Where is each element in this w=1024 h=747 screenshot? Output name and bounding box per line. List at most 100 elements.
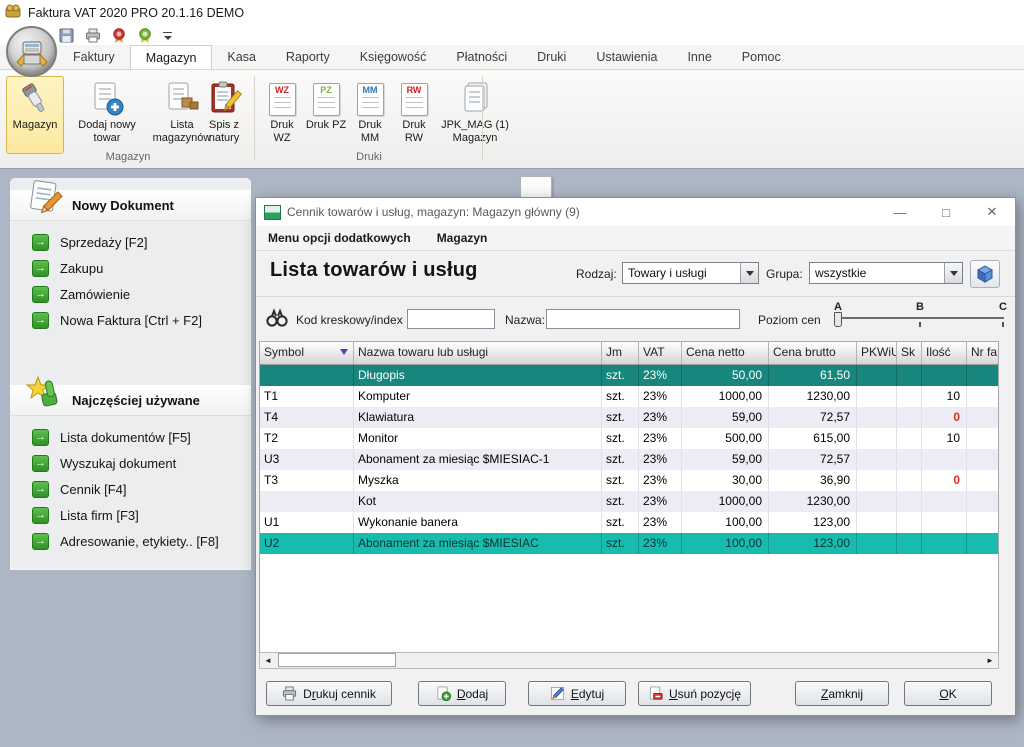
table-cell[interactable] bbox=[967, 449, 998, 470]
table-cell[interactable]: 23% bbox=[639, 533, 682, 554]
table-cell[interactable] bbox=[897, 470, 922, 491]
table-cell[interactable] bbox=[897, 365, 922, 386]
price-level-slider[interactable]: A B C bbox=[834, 301, 1006, 339]
table-cell[interactable] bbox=[857, 407, 897, 428]
table-cell[interactable]: 23% bbox=[639, 365, 682, 386]
table-cell[interactable] bbox=[922, 449, 967, 470]
horizontal-scrollbar[interactable]: ◄ ► bbox=[259, 652, 999, 669]
table-cell[interactable] bbox=[897, 428, 922, 449]
table-cell[interactable]: 1000,00 bbox=[682, 491, 769, 512]
maximize-icon[interactable]: □ bbox=[923, 198, 969, 226]
table-cell[interactable] bbox=[897, 491, 922, 512]
table-cell[interactable] bbox=[897, 386, 922, 407]
table-cell[interactable]: U2 bbox=[260, 533, 354, 554]
table-cell[interactable]: 10 bbox=[922, 386, 967, 407]
table-row[interactable]: Kotszt.23%1000,001230,00 bbox=[260, 491, 998, 512]
tab-magazyn[interactable]: Magazyn bbox=[130, 45, 213, 69]
table-cell[interactable]: Komputer bbox=[354, 386, 602, 407]
minimize-icon[interactable]: — bbox=[877, 198, 923, 226]
tab-druki[interactable]: Druki bbox=[522, 45, 581, 69]
table-cell[interactable] bbox=[260, 365, 354, 386]
table-cell[interactable] bbox=[897, 512, 922, 533]
table-cell[interactable]: szt. bbox=[602, 470, 639, 491]
table-cell[interactable]: 1230,00 bbox=[769, 386, 857, 407]
table-cell[interactable]: Abonament za miesiąc $MIESIAC bbox=[354, 533, 602, 554]
sidebar-item-nowa-faktura[interactable]: →Nowa Faktura [Ctrl + F2] bbox=[10, 307, 251, 333]
award-green-icon[interactable] bbox=[136, 27, 153, 44]
table-cell[interactable]: szt. bbox=[602, 491, 639, 512]
table-row[interactable]: T3Myszkaszt.23%30,0036,900 bbox=[260, 470, 998, 491]
table-cell[interactable]: 0 bbox=[922, 407, 967, 428]
table-row[interactable]: T4Klawiaturaszt.23%59,0072,570 bbox=[260, 407, 998, 428]
table-cell[interactable]: 72,57 bbox=[769, 449, 857, 470]
table-cell[interactable]: 30,00 bbox=[682, 470, 769, 491]
table-cell[interactable] bbox=[857, 449, 897, 470]
rodzaj-select[interactable]: Towary i usługi bbox=[622, 262, 759, 284]
table-cell[interactable]: 123,00 bbox=[769, 533, 857, 554]
add-button[interactable]: Dodaj bbox=[418, 681, 506, 706]
scrollbar-thumb[interactable] bbox=[278, 653, 396, 667]
table-cell[interactable] bbox=[897, 533, 922, 554]
table-cell[interactable]: 100,00 bbox=[682, 512, 769, 533]
table-cell[interactable]: 500,00 bbox=[682, 428, 769, 449]
table-cell[interactable] bbox=[922, 512, 967, 533]
column-header-sk[interactable]: Sk bbox=[897, 342, 922, 364]
print-pricelist-button[interactable]: Drukuj cennik bbox=[266, 681, 392, 706]
table-cell[interactable] bbox=[922, 365, 967, 386]
table-cell[interactable]: szt. bbox=[602, 386, 639, 407]
table-row[interactable]: Długopisszt.23%50,0061,50 bbox=[260, 365, 998, 386]
table-cell[interactable]: szt. bbox=[602, 533, 639, 554]
sidebar-item-wyszukaj-dokument[interactable]: →Wyszukaj dokument bbox=[10, 450, 251, 476]
table-cell[interactable] bbox=[857, 386, 897, 407]
award-red-icon[interactable] bbox=[110, 27, 127, 44]
table-cell[interactable]: 1230,00 bbox=[769, 491, 857, 512]
scroll-right-icon[interactable]: ► bbox=[982, 653, 998, 668]
table-cell[interactable]: 10 bbox=[922, 428, 967, 449]
table-cell[interactable]: T2 bbox=[260, 428, 354, 449]
sidebar-item-zakupu[interactable]: →Zakupu bbox=[10, 255, 251, 281]
sidebar-item-sprzedazy[interactable]: →Sprzedaży [F2] bbox=[10, 229, 251, 255]
close-icon[interactable]: ✕ bbox=[969, 198, 1015, 226]
table-cell[interactable]: Kot bbox=[354, 491, 602, 512]
table-cell[interactable]: Abonament za miesiąc $MIESIAC-1 bbox=[354, 449, 602, 470]
name-input[interactable] bbox=[546, 309, 740, 329]
druk-mm-button[interactable]: MM Druk MM bbox=[348, 76, 392, 154]
table-row[interactable]: U3Abonament za miesiąc $MIESIAC-1szt.23%… bbox=[260, 449, 998, 470]
table-cell[interactable]: 59,00 bbox=[682, 449, 769, 470]
druk-rw-button[interactable]: RW Druk RW bbox=[392, 76, 436, 154]
table-cell[interactable]: 123,00 bbox=[769, 512, 857, 533]
tab-inne[interactable]: Inne bbox=[672, 45, 726, 69]
delete-item-button[interactable]: Usuń pozycję bbox=[638, 681, 751, 706]
ok-button[interactable]: OK bbox=[904, 681, 992, 706]
table-cell[interactable] bbox=[967, 407, 998, 428]
table-cell[interactable]: T4 bbox=[260, 407, 354, 428]
table-cell[interactable]: 59,00 bbox=[682, 407, 769, 428]
table-cell[interactable]: 72,57 bbox=[769, 407, 857, 428]
grupa-select[interactable]: wszystkie bbox=[809, 262, 963, 284]
druk-pz-button[interactable]: PZ Druk PZ bbox=[304, 76, 348, 154]
table-cell[interactable]: 100,00 bbox=[682, 533, 769, 554]
table-cell[interactable] bbox=[857, 365, 897, 386]
table-cell[interactable] bbox=[857, 470, 897, 491]
barcode-input[interactable] bbox=[407, 309, 495, 329]
table-cell[interactable] bbox=[857, 491, 897, 512]
tab-ustawienia[interactable]: Ustawienia bbox=[581, 45, 672, 69]
table-cell[interactable]: szt. bbox=[602, 365, 639, 386]
menu-opcji-dodatkowych[interactable]: Menu opcji dodatkowych bbox=[268, 231, 411, 245]
table-cell[interactable] bbox=[897, 449, 922, 470]
spis-z-natury-button[interactable]: Spis z natury bbox=[196, 76, 252, 154]
column-header-cena-netto[interactable]: Cena netto bbox=[682, 342, 769, 364]
table-cell[interactable]: 23% bbox=[639, 512, 682, 533]
table-cell[interactable]: szt. bbox=[602, 449, 639, 470]
close-button[interactable]: Zamknij bbox=[795, 681, 889, 706]
table-row[interactable]: U2Abonament za miesiąc $MIESIACszt.23%10… bbox=[260, 533, 998, 554]
save-icon[interactable] bbox=[58, 27, 75, 44]
chevron-down-icon[interactable] bbox=[944, 263, 962, 283]
table-cell[interactable] bbox=[897, 407, 922, 428]
print-icon[interactable] bbox=[84, 27, 101, 44]
table-cell[interactable] bbox=[967, 365, 998, 386]
table-cell[interactable]: 23% bbox=[639, 449, 682, 470]
table-cell[interactable]: szt. bbox=[602, 428, 639, 449]
sidebar-item-lista-dokumentow[interactable]: →Lista dokumentów [F5] bbox=[10, 424, 251, 450]
tab-platnosci[interactable]: Płatności bbox=[441, 45, 522, 69]
